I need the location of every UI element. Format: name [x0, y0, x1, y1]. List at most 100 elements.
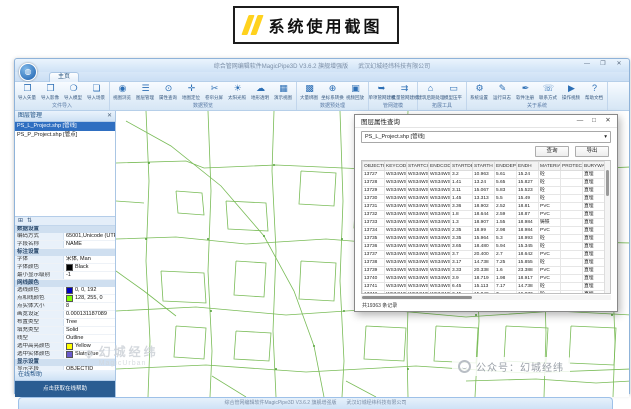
window-close-button[interactable]: ✕: [613, 60, 625, 69]
property-row[interactable]: 点和线颜色128, 255, 0: [15, 295, 115, 303]
table-cell: PVC: [539, 275, 561, 283]
property-row[interactable]: 布置类型Tree: [15, 319, 115, 327]
layer-item[interactable]: PS_P_Project.shp [管点]: [15, 131, 115, 140]
property-row[interactable]: 线型Outline: [15, 335, 115, 343]
column-header[interactable]: STARTCODE: [407, 162, 429, 171]
background-window-titlebar[interactable]: 综合管网编辑软件MagicPipe3D V3.6.2 旗舰增强版 武汉幻城经纬科…: [18, 397, 613, 409]
table-row[interactable]: 13728WS34WS…WS34WS…WS34WS…1.4113.245.651…: [363, 179, 605, 187]
table-row[interactable]: 13731WS34WS…WS34WS…WS34WS…3.3618.9022.52…: [363, 203, 605, 211]
property-row[interactable]: 选中高亮颜色Yellow: [15, 343, 115, 351]
property-row[interactable]: 字段名称NAME: [15, 241, 115, 249]
ribbon-button-software-register[interactable]: ✒软件注册: [514, 83, 537, 103]
table-row[interactable]: 13740WS34WS…WS34WS…WS34WS…3.918.7191.981…: [363, 275, 605, 283]
ribbon-button-sunlight[interactable]: ☀太阳光照: [226, 83, 249, 103]
column-header[interactable]: KEYCODE: [385, 162, 407, 171]
table-row[interactable]: 13742WS34WS…WS34WS…WS34WS…3.4515.049716.…: [363, 291, 605, 294]
property-row[interactable]: 点实体大小8: [15, 303, 115, 311]
table-row[interactable]: 13737WS34WS…WS34WS…WS34WS…3.720.4002.718…: [363, 251, 605, 259]
ribbon-button-terrain-transparent[interactable]: ☁地形透明: [249, 83, 272, 103]
table-row[interactable]: 13732WS34WS…WS34WS…WS34WS…1.818.6442.591…: [363, 211, 605, 219]
ribbon-button-single-pipe-model[interactable]: ➥单项管网建模: [370, 83, 393, 103]
table-cell: 13727: [363, 171, 385, 179]
column-header[interactable]: ENDCODE: [429, 162, 451, 171]
dialog-minimize-button[interactable]: —: [573, 115, 587, 127]
table-row[interactable]: 13730WS34WS…WS34WS…WS34WS…1.4513.3135.51…: [363, 195, 605, 203]
table-row[interactable]: 13738WS34WS…WS34WS…WS34WS…3.1714.7387.25…: [363, 259, 605, 267]
dialog-titlebar[interactable]: 图层属性查询 —□✕: [355, 115, 617, 128]
table-cell: PVC: [539, 211, 561, 219]
property-row[interactable]: 选中实体颜色SlateBlue: [15, 351, 115, 359]
column-header[interactable]: ENDDEPTH: [495, 162, 517, 171]
ribbon-button-model-flatten[interactable]: ▭模型压平: [442, 83, 465, 103]
column-header[interactable]: ENDH: [517, 162, 539, 171]
ribbon-button-coord-transform[interactable]: ⊕坐标系转换: [321, 83, 344, 103]
property-row[interactable]: 画宽设定0.000131187089: [15, 311, 115, 319]
property-row[interactable]: 最小显示级别-1: [15, 272, 115, 280]
ribbon-button-contact[interactable]: ☏联系方式: [537, 83, 560, 103]
ribbon-button-batch-map[interactable]: ▩大量绑图: [298, 83, 321, 103]
table-cell: WS34WS…: [429, 219, 451, 227]
column-header[interactable]: STARTH: [473, 162, 495, 171]
table-row[interactable]: 13734WS34WS…WS34WS…WS34WS…2.3518.992.981…: [363, 227, 605, 235]
column-header[interactable]: BURYWAY: [583, 162, 605, 171]
tab-home[interactable]: 主页: [49, 72, 79, 82]
dialog-maximize-button[interactable]: □: [587, 115, 601, 127]
categorize-icon[interactable]: ⊞: [18, 217, 23, 225]
horizontal-scrollbar-thumb[interactable]: [362, 296, 472, 299]
column-header[interactable]: OBJECTID: [363, 162, 385, 171]
column-header[interactable]: STARTDEPTH: [451, 162, 473, 171]
table-cell: [561, 267, 583, 275]
sort-az-icon[interactable]: ⇅: [27, 217, 32, 225]
ribbon-button-label: 视图浏览: [113, 94, 131, 100]
property-row[interactable]: 字体颜色Black: [15, 264, 115, 272]
window-titlebar[interactable]: 综合管网编辑软件MagicPipe3D V3.6.2 旗舰增强版武汉幻城经纬科技…: [15, 59, 629, 72]
table-row[interactable]: 13736WS34WS…WS34WS…WS34WS…3.6518.4805.94…: [363, 243, 605, 251]
ribbon-button-swipe-split[interactable]: ✂卷帘分屏: [203, 83, 226, 103]
layer-item[interactable]: PS_L_Project.shp [管线]: [15, 122, 115, 131]
ribbon-button-import-scene[interactable]: ❏导入场景: [85, 83, 108, 103]
vertical-scrollbar[interactable]: [604, 161, 610, 293]
ribbon-button-label: 系统设置: [470, 94, 488, 100]
ribbon-button-system-settings[interactable]: ⚙系统设置: [468, 83, 491, 103]
table-row[interactable]: 13733WS34WS…WS34WS…WS34WS…1.318.9071.551…: [363, 219, 605, 227]
column-header[interactable]: MATERIAL: [539, 162, 561, 171]
dialog-export-button[interactable]: 导出: [575, 146, 609, 157]
ribbon-button-map-locate[interactable]: ✛地图定位: [180, 83, 203, 103]
ribbon-button-attribute-query[interactable]: ⊙属性查询: [157, 83, 180, 103]
dialog-query-button[interactable]: 查询: [535, 146, 569, 157]
window-maximize-button[interactable]: ❐: [597, 60, 609, 69]
table-row[interactable]: 13727WS34WS…WS34WS…WS34WS…3.210.9635.611…: [363, 171, 605, 179]
property-row[interactable]: 选线颜色0, 0, 192: [15, 287, 115, 295]
ribbon-button-video-playback[interactable]: ▣视频回放: [344, 83, 367, 103]
dialog-close-button[interactable]: ✕: [601, 115, 615, 127]
layer-select-dropdown[interactable]: PS_L_Project.shp [管线] ▾: [361, 131, 611, 143]
ribbon-button-import-image[interactable]: ❒导入影像: [39, 83, 62, 103]
column-header[interactable]: PROTECT: [561, 162, 583, 171]
close-icon[interactable]: ✕: [107, 111, 112, 121]
horizontal-scrollbar[interactable]: [361, 295, 611, 300]
ribbon-button-operation-video[interactable]: ▶操作视频: [560, 83, 583, 103]
ribbon-group: ⚙系统设置✎运行日志✒软件注册☏联系方式▶操作视频?帮助文档关于系统: [467, 82, 608, 110]
window-minimize-button[interactable]: —: [581, 60, 593, 69]
ribbon-button-import-vector[interactable]: ❐导入矢量: [16, 83, 39, 103]
app-logo-icon[interactable]: ◍: [19, 63, 37, 81]
property-row[interactable]: 字体宋体, Man: [15, 256, 115, 264]
property-row[interactable]: 填充类型Solid: [15, 327, 115, 335]
ribbon-button-building-postprocess[interactable]: ⌂建筑后期处理: [419, 83, 442, 103]
ribbon-button-layer-manager[interactable]: ☰图层管理: [134, 83, 157, 103]
table-row[interactable]: 13741WS34WS…WS34WS…WS34WS…6.4515.1137.17…: [363, 283, 605, 291]
vertical-scrollbar-thumb[interactable]: [606, 170, 609, 196]
table-row[interactable]: 13735WS34WS…WS34WS…WS34WS…3.3515.9645.31…: [363, 235, 605, 243]
property-row[interactable]: 编码方式65001,Unicode (UTF-8): [15, 233, 115, 241]
ribbon-button-help-doc[interactable]: ?帮助文档: [583, 83, 606, 103]
table-cell: [561, 275, 583, 283]
ribbon-button-run-log[interactable]: ✎运行日志: [491, 83, 514, 103]
table-cell: WS34WS…: [407, 219, 429, 227]
help-panel-note[interactable]: 点击获取在线帮助: [15, 381, 115, 397]
ribbon-button-demo-view[interactable]: ▦演示视图: [272, 83, 295, 103]
ribbon-button-view-browse[interactable]: ◉视图浏览: [111, 83, 134, 103]
table-row[interactable]: 13739WS34WS…WS34WS…WS34WS…3.3320.3381.62…: [363, 267, 605, 275]
ribbon-button-import-model[interactable]: ❍导入模型: [62, 83, 85, 103]
ribbon-button-batch-pipe-model[interactable]: ⇉批量管网建模: [393, 83, 416, 103]
table-row[interactable]: 13729WS34WS…WS34WS…WS34WS…3.1115.0675.83…: [363, 187, 605, 195]
